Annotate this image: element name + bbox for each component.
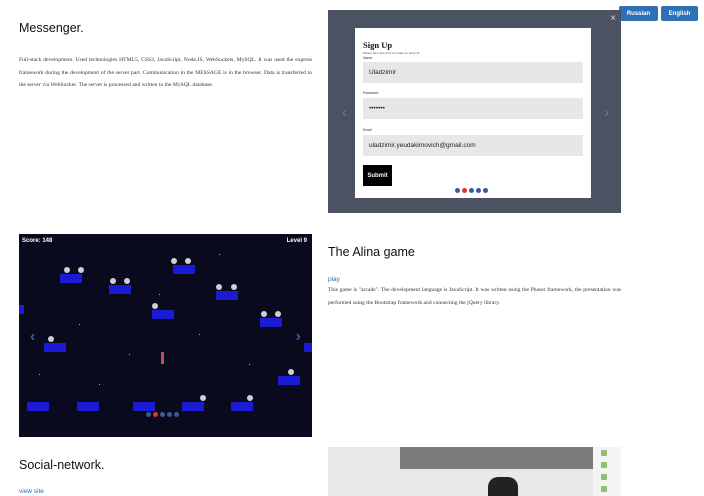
game-enemy	[48, 336, 54, 342]
messenger-slider-indicators	[455, 188, 488, 193]
game-enemy	[231, 284, 237, 290]
profile-icon	[601, 486, 607, 492]
avatar	[488, 477, 518, 496]
social-sidebar	[593, 447, 621, 496]
game-platform	[19, 305, 24, 314]
slide-indicator[interactable]	[483, 188, 488, 193]
english-language-button[interactable]: English	[661, 6, 698, 21]
profile-icon	[601, 462, 607, 468]
project-description-messenger: Full-stack development. Used technologie…	[19, 57, 312, 88]
slide-indicator[interactable]	[476, 188, 481, 193]
password-field[interactable]: •••••••	[363, 98, 583, 119]
game-enemy	[64, 267, 70, 273]
game-enemy	[247, 395, 253, 401]
game-enemy	[110, 278, 116, 284]
game-platform	[133, 402, 155, 411]
signup-subtitle: Please fill in this form to create an ac…	[363, 51, 420, 55]
game-platform	[173, 265, 195, 274]
game-star	[159, 294, 160, 295]
close-icon[interactable]: ×	[610, 13, 616, 24]
game-platform	[278, 376, 300, 385]
slide-indicator[interactable]	[167, 412, 172, 417]
project-description-alina-game: This game is "arcade". The development l…	[328, 287, 621, 306]
game-platform	[260, 318, 282, 327]
slide-indicator[interactable]	[146, 412, 151, 417]
game-platform	[231, 402, 253, 411]
chevron-right-icon[interactable]: ›	[296, 328, 301, 346]
game-star	[129, 354, 130, 355]
slide-indicator[interactable]	[174, 412, 179, 417]
game-star	[199, 334, 200, 335]
play-link[interactable]: play	[328, 276, 340, 283]
game-platform	[216, 291, 238, 300]
name-field[interactable]: Uladzimir	[363, 62, 583, 83]
game-star	[99, 384, 100, 385]
project-title-alina-game: The Alina game	[328, 245, 415, 259]
game-player	[161, 352, 164, 364]
game-platform	[27, 402, 49, 411]
game-enemy	[171, 258, 177, 264]
password-label: Password	[363, 91, 379, 95]
chevron-left-icon[interactable]: ‹	[342, 104, 347, 120]
game-platform	[44, 343, 66, 352]
game-enemy	[78, 267, 84, 273]
game-star	[39, 374, 40, 375]
game-score: Score: 148	[22, 238, 53, 244]
game-enemy	[200, 395, 206, 401]
signup-modal: Sign Up Please fill in this form to crea…	[355, 28, 591, 198]
game-star	[79, 324, 80, 325]
game-enemy	[185, 258, 191, 264]
game-star	[219, 254, 220, 255]
messenger-screenshot-slider[interactable]: × ‹ › Sign Up Please fill in this form t…	[328, 10, 621, 213]
game-enemy	[124, 278, 130, 284]
view-site-link[interactable]: view site	[19, 488, 44, 495]
chevron-right-icon[interactable]: ›	[604, 104, 609, 120]
social-network-screenshot[interactable]	[328, 447, 621, 496]
social-header-image	[400, 447, 600, 469]
game-platform	[109, 285, 131, 294]
game-platform	[60, 274, 82, 283]
project-title-social-network: Social-network.	[19, 458, 105, 472]
game-platform	[182, 402, 204, 411]
game-enemy	[275, 311, 281, 317]
chevron-left-icon[interactable]: ‹	[30, 328, 35, 346]
slide-indicator[interactable]	[160, 412, 165, 417]
game-screenshot-slider[interactable]: Score: 148 Level 9 ‹ ›	[19, 234, 312, 437]
slide-indicator[interactable]	[469, 188, 474, 193]
profile-icon	[601, 450, 607, 456]
slide-indicator[interactable]	[455, 188, 460, 193]
slide-indicator-active[interactable]	[462, 188, 467, 193]
game-platform	[77, 402, 99, 411]
game-slider-indicators	[146, 412, 179, 417]
game-star	[249, 364, 250, 365]
game-enemy	[152, 303, 158, 309]
game-platform	[304, 343, 312, 352]
game-level: Level 9	[286, 238, 307, 244]
game-platform	[152, 310, 174, 319]
russian-language-button[interactable]: Russian	[619, 6, 658, 21]
project-title-messenger: Messenger.	[19, 21, 84, 35]
email-label: Email	[363, 128, 372, 132]
submit-button[interactable]: Submit	[363, 165, 392, 186]
email-field[interactable]: uladzimir.yeudakimovich@gmail.com	[363, 135, 583, 156]
game-enemy	[216, 284, 222, 290]
game-enemy	[261, 311, 267, 317]
profile-icon	[601, 474, 607, 480]
game-enemy	[288, 369, 294, 375]
name-label: Name	[363, 56, 373, 60]
slide-indicator-active[interactable]	[153, 412, 158, 417]
signup-title: Sign Up	[363, 40, 393, 50]
